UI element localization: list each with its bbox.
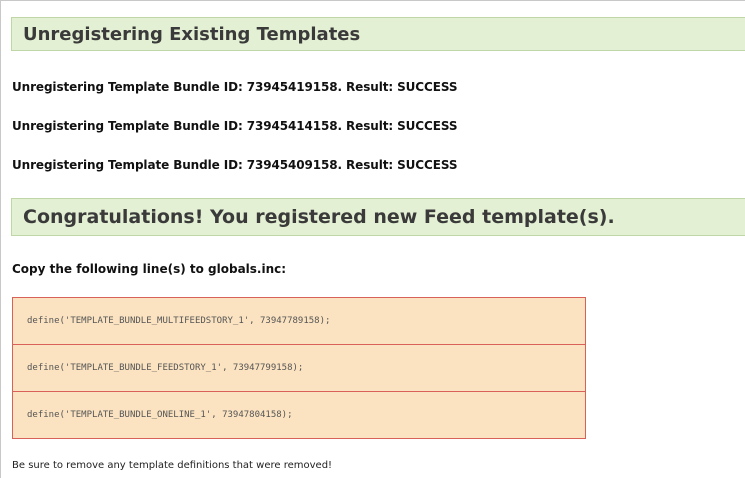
- define-line[interactable]: define('TEMPLATE_BUNDLE_FEEDSTORY_1', 73…: [13, 345, 585, 392]
- copy-instruction: Copy the following line(s) to globals.in…: [12, 262, 287, 276]
- registration-success-header: Congratulations! You registered new Feed…: [11, 198, 745, 236]
- page-border-left: [0, 0, 1, 478]
- unregister-section-header: Unregistering Existing Templates: [11, 17, 745, 51]
- unregister-result-line: Unregistering Template Bundle ID: 739454…: [12, 158, 458, 172]
- page-border-top: [0, 0, 745, 1]
- unregister-result-line: Unregistering Template Bundle ID: 739454…: [12, 119, 458, 133]
- removal-reminder: Be sure to remove any template definitio…: [12, 460, 333, 471]
- unregister-result-line: Unregistering Template Bundle ID: 739454…: [12, 80, 458, 94]
- define-line[interactable]: define('TEMPLATE_BUNDLE_MULTIFEEDSTORY_1…: [13, 298, 585, 345]
- define-line[interactable]: define('TEMPLATE_BUNDLE_ONELINE_1', 7394…: [13, 392, 585, 438]
- define-code-block: define('TEMPLATE_BUNDLE_MULTIFEEDSTORY_1…: [12, 297, 586, 439]
